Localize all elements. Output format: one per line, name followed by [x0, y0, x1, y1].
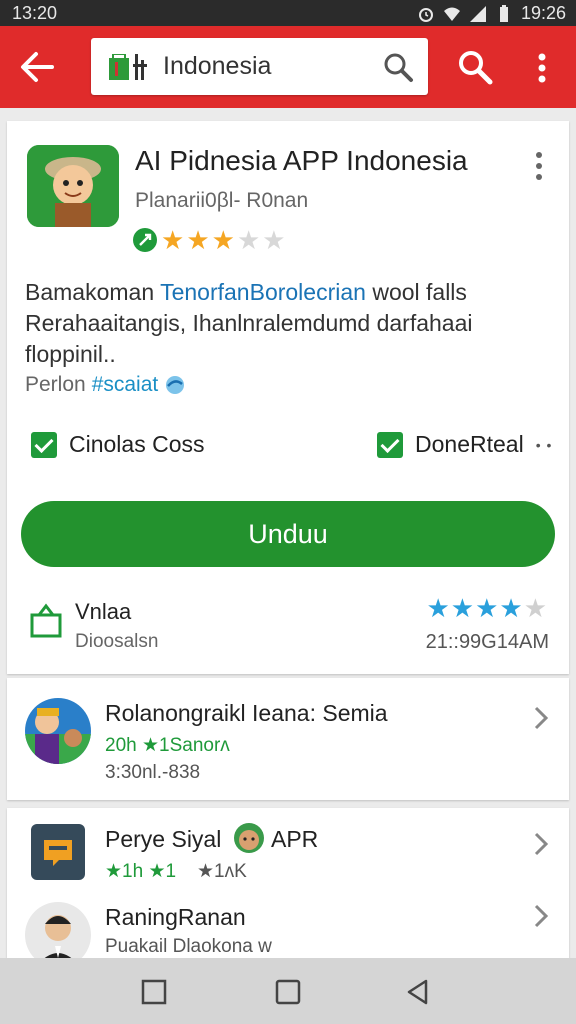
- app-tagline: Perlon #scaiat: [25, 373, 186, 397]
- back-arrow-icon[interactable]: [14, 47, 58, 87]
- chevron-right-icon[interactable]: [533, 904, 549, 928]
- star-filled-icon: ★: [211, 225, 235, 255]
- tagline-hashtag[interactable]: #scaiat: [92, 373, 159, 397]
- description-link[interactable]: TenorfanBorolecrian: [160, 279, 366, 305]
- more-dots-icon[interactable]: • •: [536, 437, 553, 453]
- star-filled-icon: ★: [426, 593, 450, 623]
- chevron-right-icon[interactable]: [533, 832, 549, 856]
- checkbox-label: DoneRteal: [415, 431, 524, 457]
- rating-stars: ★ ★ ★ ★ ★: [161, 227, 286, 253]
- related-title[interactable]: Rolanongraikl Ieana: Semia: [105, 700, 388, 727]
- review-stars: ★ ★ ★ ★ ★: [426, 595, 547, 621]
- search-box[interactable]: Indonesia: [91, 38, 428, 95]
- related-meta: 3:30nl.-838: [105, 762, 201, 783]
- store-logo-icon: [109, 54, 147, 80]
- app-bar: Indonesia: [0, 26, 576, 108]
- checkbox-label: Cinolas Coss: [69, 431, 205, 457]
- avatar: [25, 698, 91, 764]
- chevron-right-icon[interactable]: [533, 706, 549, 730]
- checkbox-item-1[interactable]: Cinolas Coss: [31, 431, 205, 458]
- shopping-bag-icon: [30, 603, 62, 638]
- globe-icon: [166, 376, 185, 394]
- overflow-menu-icon[interactable]: [530, 50, 554, 86]
- star-empty-icon: ★: [262, 225, 286, 255]
- checkbox-item-2[interactable]: DoneRteal • •: [377, 431, 552, 458]
- app-detail-card: AI Pidnesia APP Indonesia Planarii0βl- R…: [7, 121, 569, 674]
- install-button[interactable]: Unduu: [21, 501, 555, 567]
- app-description: Bamakoman TenorfanBorolecrian wool falls…: [25, 277, 545, 370]
- related-rating: 20h ★1Sanorʌ: [105, 735, 230, 756]
- related-rating: ★1h ★1: [105, 861, 177, 882]
- star-filled-icon: ★: [161, 225, 185, 255]
- app-icon: [27, 145, 119, 227]
- size-subtext: Dioosalsn: [75, 631, 159, 652]
- card-more-icon[interactable]: [529, 149, 549, 183]
- related-list-card: Perye Siyal APR ★1h ★1 ★1ʌK RaningRanan …: [7, 808, 569, 968]
- description-text: Bamakoman: [25, 279, 161, 305]
- size-label: Vnlaa: [75, 599, 132, 624]
- chat-app-icon: [31, 824, 85, 880]
- alarm-icon: [418, 7, 433, 22]
- status-bar: 13:20 19:26: [0, 0, 576, 26]
- system-nav-bar: [0, 958, 576, 1024]
- search-input[interactable]: Indonesia: [163, 52, 271, 81]
- related-meta: Puakail Dlaokona w: [105, 936, 272, 957]
- related-app-card[interactable]: Rolanongraikl Ieana: Semia 20h ★1Sanorʌ …: [7, 678, 569, 800]
- related-title[interactable]: RaningRanan: [105, 904, 246, 931]
- tagline-prefix: Perlon: [25, 373, 86, 396]
- related-title-suffix: APR: [271, 826, 319, 852]
- home-square-icon[interactable]: [274, 978, 302, 1006]
- app-rating: ★ ★ ★ ★ ★: [133, 227, 286, 253]
- battery-icon: [499, 4, 508, 22]
- app-title: AI Pidnesia APP Indonesia: [135, 145, 468, 176]
- status-time-right: 19:26: [520, 3, 566, 23]
- wifi-icon: [443, 7, 460, 21]
- star-filled-icon: ★: [450, 593, 475, 623]
- update-date: 21::99G14AM: [425, 631, 549, 653]
- recents-square-icon[interactable]: [140, 978, 168, 1006]
- related-meta: ★1ʌK: [197, 861, 247, 882]
- related-title[interactable]: Perye Siyal: [105, 826, 221, 853]
- developer-name[interactable]: Planarii0βl- R0nan: [135, 189, 308, 213]
- star-empty-icon: ★: [523, 593, 547, 623]
- star-empty-icon: ★: [236, 225, 261, 255]
- back-triangle-icon[interactable]: [404, 978, 432, 1006]
- editor-choice-badge-icon: [133, 228, 157, 252]
- star-filled-icon: ★: [475, 593, 499, 623]
- star-filled-icon: ★: [186, 225, 210, 255]
- character-face-icon: [234, 823, 264, 853]
- status-time-left: 13:20: [12, 3, 58, 23]
- signal-icon: [469, 5, 486, 22]
- search-icon[interactable]: [382, 51, 414, 83]
- checkbox-checked-icon[interactable]: [377, 431, 403, 458]
- status-icons: 19:26: [417, 3, 566, 24]
- appbar-search-icon[interactable]: [456, 48, 494, 86]
- checkbox-checked-icon[interactable]: [31, 431, 57, 458]
- star-filled-icon: ★: [499, 593, 523, 623]
